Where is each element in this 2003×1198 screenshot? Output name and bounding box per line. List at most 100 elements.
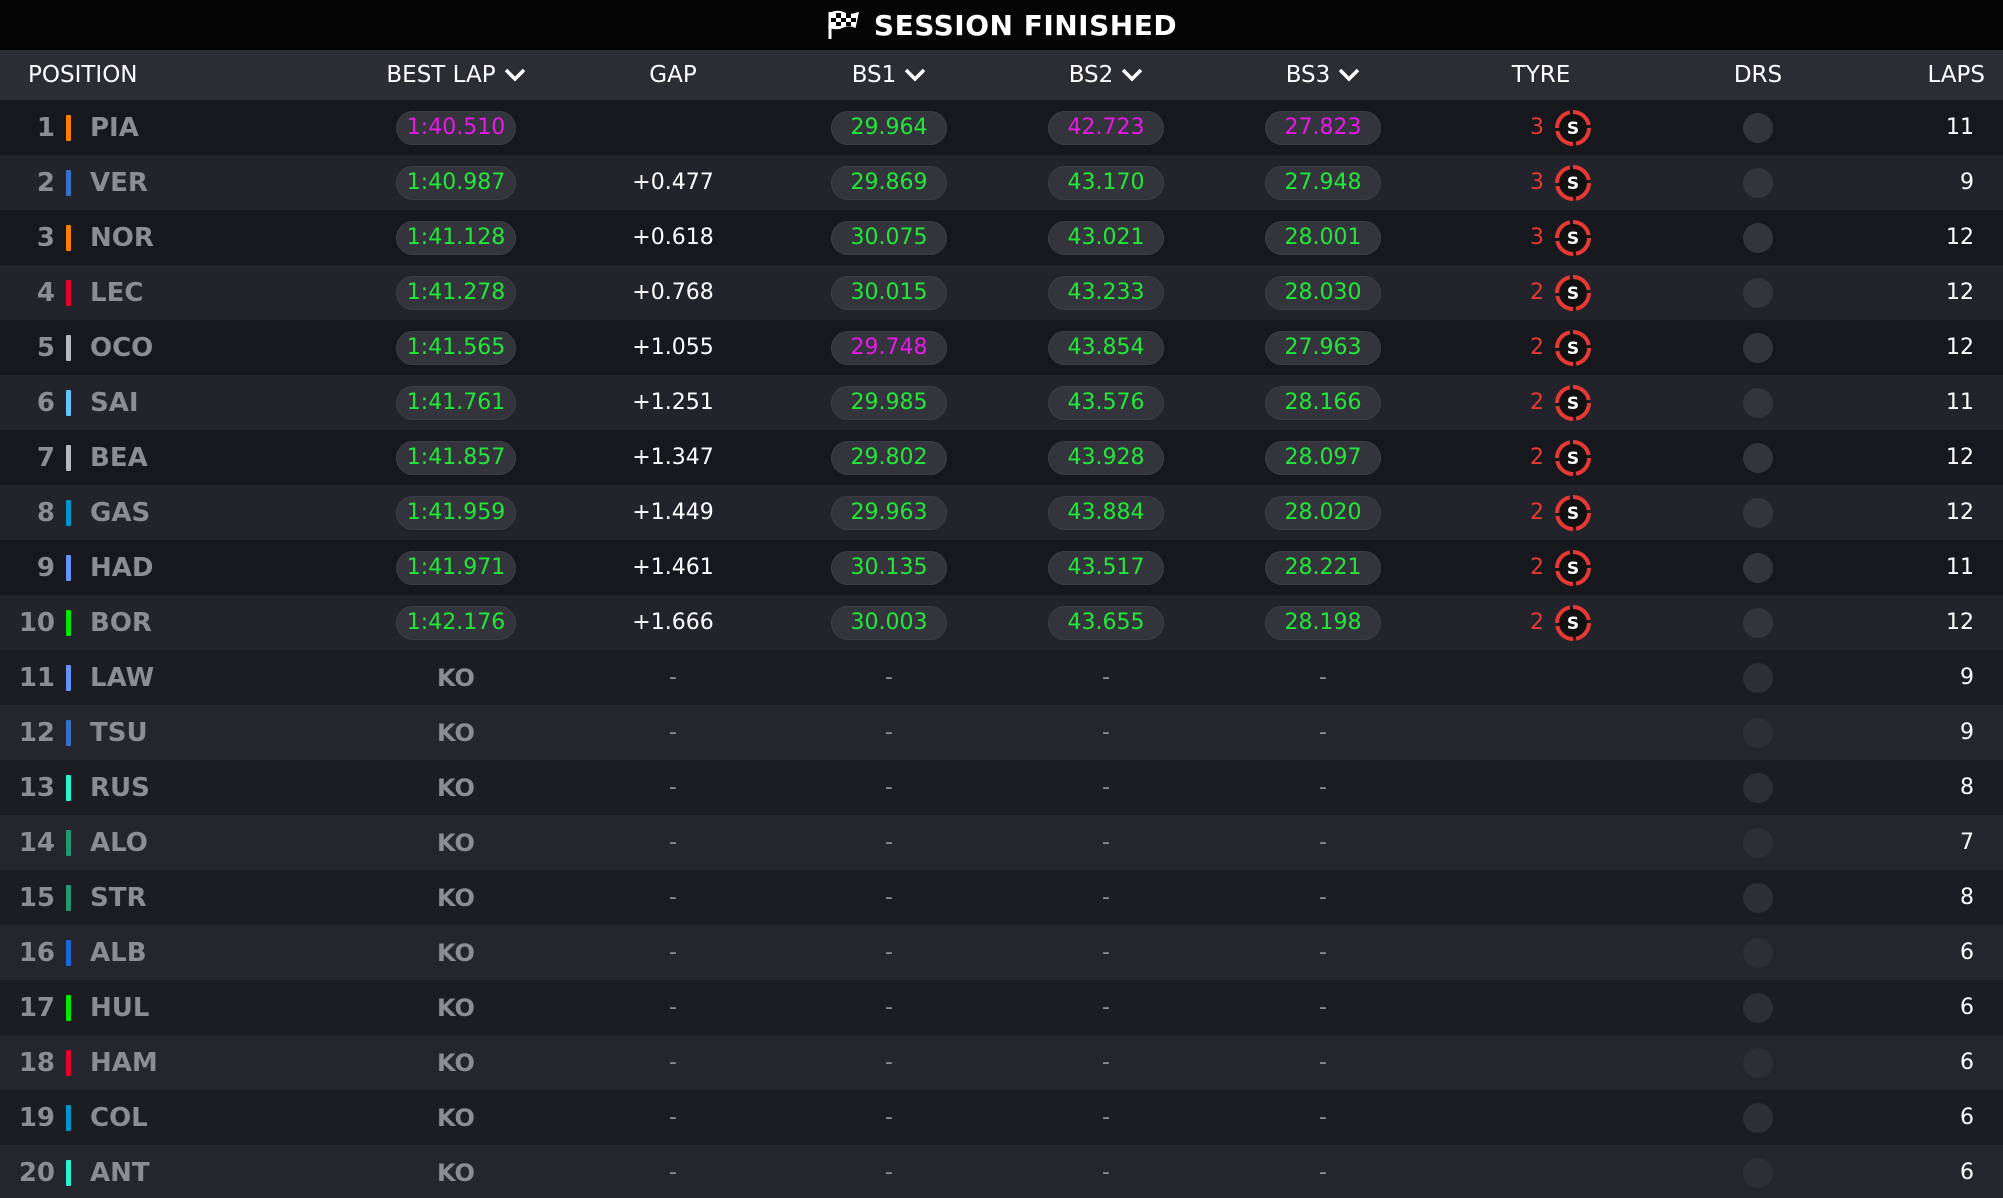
gap-value xyxy=(573,100,773,155)
laps-count: 9 xyxy=(1960,665,1974,690)
tyre-cell: 3S xyxy=(1461,210,1661,265)
laps-count: 7 xyxy=(1960,830,1974,855)
tyre-compound: S xyxy=(1567,504,1579,524)
table-row[interactable]: 7 BEA 1:41.857 +1.347 29.802 43.928 28.097 2 S 12 xyxy=(0,430,2003,485)
bs2-cell: 43.884 xyxy=(1006,485,1206,540)
tyre-compound: S xyxy=(1567,559,1579,579)
position-number: 7 xyxy=(36,442,55,473)
session-status-title: SESSION FINISHED xyxy=(873,8,1178,42)
best-time: KO xyxy=(437,828,475,857)
drs-indicator xyxy=(1658,155,1858,210)
bs1-time: 30.003 xyxy=(831,605,947,640)
column-gap[interactable]: GAP xyxy=(573,50,773,100)
table-row[interactable]: 15 STR KO - - - - 8 xyxy=(0,870,2003,925)
tyre-laps: 3 xyxy=(1530,170,1544,195)
column-gap-label: GAP xyxy=(649,62,697,88)
best-cell: 1:41.857 xyxy=(356,430,556,485)
laps-count: 12 xyxy=(1946,500,1974,525)
table-row[interactable]: 18 HAM KO - - - - 6 xyxy=(0,1035,2003,1090)
drs-indicator xyxy=(1658,1090,1858,1145)
bs3-time: 28.001 xyxy=(1265,220,1381,255)
position-number: 14 xyxy=(18,827,55,858)
table-row[interactable]: 17 HUL KO - - - - 6 xyxy=(0,980,2003,1035)
chevron-down-icon xyxy=(904,68,926,82)
bs2-time: - xyxy=(1102,1105,1110,1130)
checkered-flag-icon xyxy=(828,10,859,39)
team-color-bar xyxy=(66,430,71,485)
column-bs1-sort[interactable]: BS1 xyxy=(789,50,989,100)
drs-indicator xyxy=(1658,980,1858,1035)
column-bs2-sort[interactable]: BS2 xyxy=(1006,50,1206,100)
bs1-time: - xyxy=(885,830,893,855)
bs3-time: - xyxy=(1319,995,1327,1020)
bs1-time: - xyxy=(885,885,893,910)
column-bs3-sort[interactable]: BS3 xyxy=(1223,50,1423,100)
column-drs[interactable]: DRS xyxy=(1658,50,1858,100)
laps-count: 6 xyxy=(1960,1160,1974,1185)
chevron-down-icon xyxy=(1121,68,1143,82)
drs-indicator xyxy=(1658,430,1858,485)
bs1-cell: 29.964 xyxy=(789,100,989,155)
bs2-time: - xyxy=(1102,775,1110,800)
table-row[interactable]: 2 VER 1:40.987 +0.477 29.869 43.170 27.948 3 S 9 xyxy=(0,155,2003,210)
team-color-bar xyxy=(66,155,71,210)
bs2-cell: 43.576 xyxy=(1006,375,1206,430)
gap-value: +1.251 xyxy=(632,390,714,415)
column-position[interactable]: POSITION xyxy=(28,50,228,100)
bs1-cell: 30.003 xyxy=(789,595,989,650)
column-best-lap-sort[interactable]: BEST LAP xyxy=(356,50,556,100)
table-row[interactable]: 8 GAS 1:41.959 +1.449 29.963 43.884 28.020 2 S 12 xyxy=(0,485,2003,540)
column-laps-label: LAPS xyxy=(1927,62,1985,88)
bs3-cell: 27.948 xyxy=(1223,155,1423,210)
table-row[interactable]: 1 PIA 1:40.510 29.964 42.723 27.823 3 S 11 xyxy=(0,100,2003,155)
table-row[interactable]: 5 OCO 1:41.565 +1.055 29.748 43.854 27.963 2 S 12 xyxy=(0,320,2003,375)
position-number: 3 xyxy=(36,222,55,253)
bs2-cell: 43.517 xyxy=(1006,540,1206,595)
position-number: 20 xyxy=(18,1157,55,1188)
table-row[interactable]: 11 LAW KO - - - - 9 xyxy=(0,650,2003,705)
table-row[interactable]: 16 ALB KO - - - - 6 xyxy=(0,925,2003,980)
table-row[interactable]: 9 HAD 1:41.971 +1.461 30.135 43.517 28.221 2 S 11 xyxy=(0,540,2003,595)
driver-code: ALO xyxy=(90,827,148,858)
team-color-bar xyxy=(66,1035,71,1090)
bs1-time: - xyxy=(885,1160,893,1185)
driver-code: LEC xyxy=(90,277,144,308)
table-row[interactable]: 6 SAI 1:41.761 +1.251 29.985 43.576 28.166 2 S 11 xyxy=(0,375,2003,430)
tyre-compound: S xyxy=(1567,174,1579,194)
gap-value: - xyxy=(669,775,677,800)
position-number: 19 xyxy=(18,1102,55,1133)
gap-value: +0.477 xyxy=(632,170,714,195)
table-row[interactable]: 10 BOR 1:42.176 +1.666 30.003 43.655 28.198 2 S 1… xyxy=(0,595,2003,650)
column-laps[interactable]: LAPS xyxy=(1880,50,1985,100)
bs3-time: - xyxy=(1319,885,1327,910)
gap-value: - xyxy=(669,665,677,690)
table-row[interactable]: 20 ANT KO - - - - 6 xyxy=(0,1145,2003,1198)
drs-indicator xyxy=(1658,815,1858,870)
driver-code: HUL xyxy=(90,992,150,1023)
driver-code: VER xyxy=(90,167,148,198)
table-row[interactable]: 12 TSU KO - - - - 9 xyxy=(0,705,2003,760)
bs1-time: - xyxy=(885,775,893,800)
bs2-cell: 43.854 xyxy=(1006,320,1206,375)
soft-tyre-icon: S xyxy=(1554,274,1592,312)
tyre-compound: S xyxy=(1567,449,1579,469)
best-time: 1:41.128 xyxy=(395,220,517,255)
column-tyre[interactable]: TYRE xyxy=(1441,50,1641,100)
table-row[interactable]: 14 ALO KO - - - - 7 xyxy=(0,815,2003,870)
position-number: 4 xyxy=(36,277,55,308)
tyre-compound: S xyxy=(1567,394,1579,414)
drs-indicator xyxy=(1658,320,1858,375)
drs-indicator xyxy=(1658,1035,1858,1090)
table-row[interactable]: 4 LEC 1:41.278 +0.768 30.015 43.233 28.030 2 S 12 xyxy=(0,265,2003,320)
bs1-time: 29.963 xyxy=(831,495,947,530)
tyre-laps: 2 xyxy=(1530,555,1544,580)
drs-indicator xyxy=(1658,540,1858,595)
table-row[interactable]: 19 COL KO - - - - 6 xyxy=(0,1090,2003,1145)
table-row[interactable]: 3 NOR 1:41.128 +0.618 30.075 43.021 28.001 3 S 12 xyxy=(0,210,2003,265)
table-row[interactable]: 13 RUS KO - - - - 8 xyxy=(0,760,2003,815)
tyre-laps: 2 xyxy=(1530,280,1544,305)
driver-code: PIA xyxy=(90,112,139,143)
gap-value: - xyxy=(669,1105,677,1130)
tyre-cell: 2S xyxy=(1461,485,1661,540)
bs2-time: 43.517 xyxy=(1048,550,1164,585)
